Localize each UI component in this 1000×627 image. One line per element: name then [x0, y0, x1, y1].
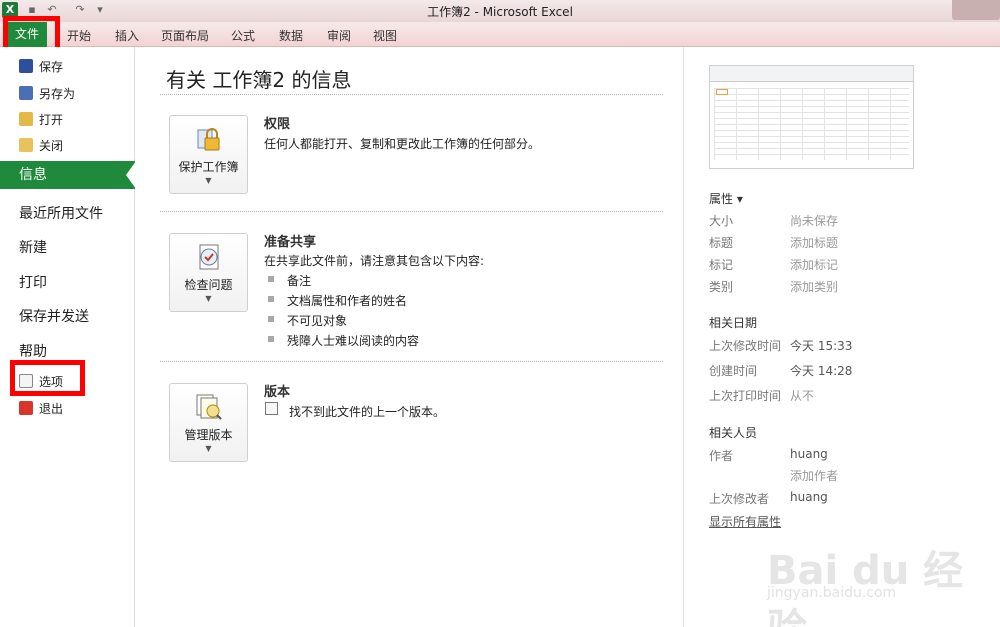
tags-field[interactable]: 添加标记: [790, 256, 838, 273]
nav-save[interactable]: 保存: [19, 57, 63, 75]
title-bar: X ▪ ↶ ↷ ▾ 工作簿2 - Microsoft Excel: [0, 0, 1000, 22]
check-issues-button[interactable]: 检查问题 ▼: [169, 233, 248, 312]
nav-save-label: 保存: [39, 59, 64, 74]
baidu-watermark-logo: Bai du 经验: [767, 548, 964, 627]
nav-close[interactable]: 关闭: [19, 136, 63, 154]
folder-close-icon: [19, 138, 33, 152]
nav-new[interactable]: 新建: [19, 237, 47, 257]
manage-versions-icon: [196, 394, 222, 420]
nav-info[interactable]: 信息: [0, 161, 136, 189]
manage-versions-button[interactable]: 管理版本 ▼: [169, 383, 248, 462]
nav-save-send[interactable]: 保存并发送: [19, 306, 89, 326]
created-label: 创建时间: [709, 364, 758, 378]
tab-home[interactable]: 开始: [67, 27, 91, 44]
baidu-watermark-url: jingyan.baidu.com: [767, 585, 897, 601]
nav-save-as-label: 另存为: [39, 86, 76, 101]
nav-print[interactable]: 打印: [19, 272, 47, 292]
last-modified-by-value: huang: [790, 490, 828, 504]
nav-close-label: 关闭: [39, 138, 64, 153]
save-as-icon: [19, 86, 33, 100]
chevron-down-icon: ▼: [205, 444, 212, 453]
nav-exit[interactable]: 退出: [19, 399, 63, 417]
size-value: 尚未保存: [790, 214, 839, 228]
printed-label: 上次打印时间: [709, 389, 782, 403]
window-controls[interactable]: [952, 0, 1000, 20]
modified-label: 上次修改时间: [709, 339, 782, 353]
dates-heading: 相关日期: [709, 316, 758, 330]
list-item: 不可见对象: [268, 312, 347, 329]
add-author-field[interactable]: 添加作者: [790, 467, 838, 484]
tab-review[interactable]: 审阅: [327, 27, 351, 44]
protect-workbook-button[interactable]: 保护工作簿 ▼: [169, 115, 248, 194]
tab-page-layout[interactable]: 页面布局: [161, 27, 209, 44]
show-all-properties-link[interactable]: 显示所有属性: [709, 513, 781, 530]
divider: [160, 94, 663, 95]
tab-data[interactable]: 数据: [279, 27, 303, 44]
divider: [160, 361, 663, 362]
tab-formulas[interactable]: 公式: [231, 27, 255, 44]
last-modified-by-label: 上次修改者: [709, 492, 770, 506]
title-label: 标题: [709, 236, 734, 250]
ribbon-tabs: 开始 插入 页面布局 公式 数据 审阅 视图: [0, 22, 1000, 47]
chevron-down-icon: ▼: [205, 294, 212, 303]
backstage-nav: [0, 47, 135, 627]
title-field[interactable]: 添加标题: [790, 234, 838, 251]
size-label: 大小: [709, 214, 734, 228]
list-item: 备注: [268, 272, 311, 289]
check-issues-label: 检查问题: [184, 278, 233, 292]
tab-insert[interactable]: 插入: [115, 27, 139, 44]
highlight-box-options: [10, 360, 85, 396]
created-value: 今天 14:28: [790, 364, 853, 378]
nav-open[interactable]: 打开: [19, 110, 63, 128]
folder-open-icon: [19, 112, 33, 126]
nav-save-as[interactable]: 另存为: [19, 84, 75, 102]
tags-label: 标记: [709, 258, 734, 272]
properties-heading[interactable]: 属性 ▾: [709, 190, 743, 207]
author-value: huang: [790, 447, 828, 461]
save-icon: [19, 59, 33, 73]
category-field[interactable]: 添加类别: [790, 278, 838, 295]
tab-view[interactable]: 视图: [373, 27, 397, 44]
nav-recent[interactable]: 最近所用文件: [19, 203, 103, 223]
versions-text: 找不到此文件的上一个版本。: [289, 405, 446, 419]
protect-workbook-label: 保护工作簿: [178, 160, 239, 174]
divider: [160, 211, 663, 212]
category-label: 类别: [709, 280, 734, 294]
chevron-down-icon: ▼: [205, 176, 212, 185]
list-item: 文档属性和作者的姓名: [268, 292, 407, 309]
printed-value: 从不: [790, 389, 815, 403]
inspect-document-icon: [199, 244, 219, 270]
nav-help[interactable]: 帮助: [19, 341, 47, 361]
nav-open-label: 打开: [39, 112, 64, 127]
thumbnail-grid: [714, 88, 909, 160]
list-item: 残障人士难以阅读的内容: [268, 332, 419, 349]
window-title: 工作簿2 - Microsoft Excel: [427, 5, 573, 19]
thumbnail-ribbon: [710, 66, 913, 82]
permissions-text: 任何人都能打开、复制和更改此工作簿的任何部分。: [264, 137, 541, 151]
thumbnail-selection: [716, 89, 728, 95]
permissions-heading: 权限: [264, 117, 291, 132]
prepare-text: 在共享此文件前，请注意其包含以下内容:: [264, 254, 485, 268]
modified-value: 今天 15:33: [790, 339, 853, 353]
document-icon: [265, 402, 278, 415]
lock-icon: [197, 128, 220, 151]
versions-heading: 版本: [264, 385, 291, 400]
people-heading: 相关人员: [709, 426, 758, 440]
workbook-thumbnail: [709, 65, 914, 169]
exit-icon: [19, 401, 33, 415]
prepare-heading: 准备共享: [264, 235, 317, 250]
author-label: 作者: [709, 449, 734, 463]
page-title: 有关 工作簿2 的信息: [166, 68, 352, 92]
manage-versions-label: 管理版本: [184, 428, 233, 442]
nav-exit-label: 退出: [39, 401, 64, 416]
